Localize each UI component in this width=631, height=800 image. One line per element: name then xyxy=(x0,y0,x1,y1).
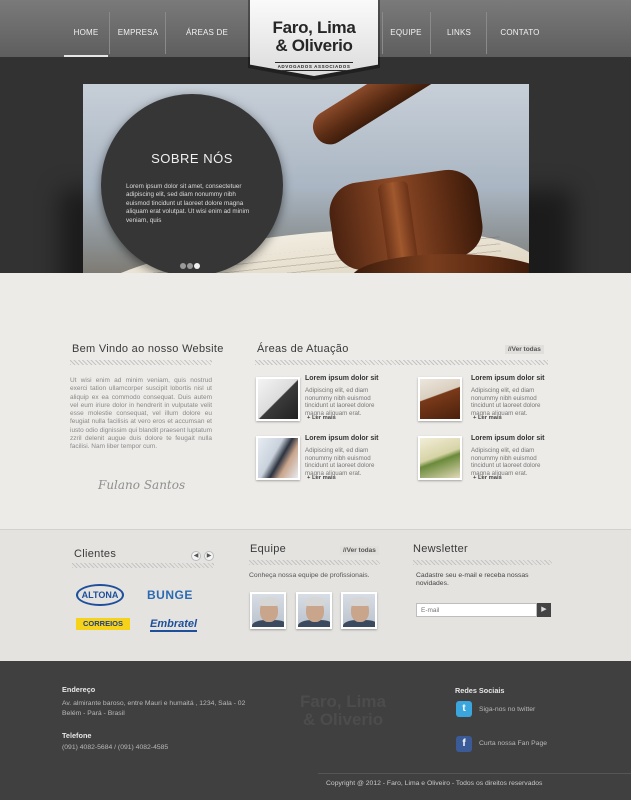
area-thumbnail[interactable] xyxy=(256,377,300,421)
nav-divider xyxy=(165,12,166,54)
nav-contato[interactable]: CONTATO xyxy=(490,0,550,57)
nav-links[interactable]: LINKS xyxy=(434,0,484,57)
client-logo-embratel[interactable]: Embratel xyxy=(150,618,198,632)
team-text: Conheça nossa equipe de profissionais. xyxy=(249,572,370,579)
client-logo-altona[interactable]: ALTONA xyxy=(76,584,124,606)
read-more-link[interactable]: + Ler mais xyxy=(473,475,502,481)
newsletter-title: Newsletter xyxy=(413,543,468,555)
read-more-link[interactable]: + Ler mais xyxy=(473,415,502,421)
area-text: Adipiscing elit, ed diam nonummy nibh eu… xyxy=(471,447,541,477)
site-logo[interactable]: Faro, Lima & Oliverio ADVOGADOS ASSOCIAD… xyxy=(250,0,378,76)
client-logo-correios[interactable]: CORREIOS xyxy=(76,618,130,630)
title-divider xyxy=(249,560,380,565)
nav-empresa[interactable]: EMPRESA xyxy=(112,0,164,57)
clients-title: Clientes xyxy=(74,548,117,560)
welcome-title: Bem Vindo ao nosso Website xyxy=(72,343,224,355)
footer-logo-line-2: & Oliverio xyxy=(302,710,384,729)
title-divider xyxy=(72,563,214,568)
area-title[interactable]: Lorem ipsum dolor sit xyxy=(471,375,545,382)
logo-line-1: Faro, Lima xyxy=(272,18,356,37)
logo-line-2: & Oliverio xyxy=(275,36,353,55)
address-line-1: Av. almirante baroso, entre Mauri e huma… xyxy=(62,700,246,707)
footer-divider xyxy=(318,773,631,774)
slider-dot-active[interactable] xyxy=(194,263,200,269)
phone-label: Telefone xyxy=(62,731,92,740)
clients-prev-button[interactable]: ◀ xyxy=(191,551,201,561)
nav-areas[interactable]: ÁREAS DE ATUAÇÃO xyxy=(168,0,246,103)
team-see-all-link[interactable]: //Ver todas xyxy=(340,546,379,555)
social-label: Redes Sociais xyxy=(455,686,505,695)
logo-subtitle: ADVOGADOS ASSOCIADOS xyxy=(274,62,354,71)
team-member-photo[interactable] xyxy=(296,592,332,629)
signature: Fulano Santos xyxy=(98,478,186,492)
newsletter-text: Cadastre seu e-mail e receba nossas novi… xyxy=(416,572,529,587)
title-divider xyxy=(70,360,212,365)
read-more-link[interactable]: + Ler mais xyxy=(307,475,336,481)
team-member-photo[interactable] xyxy=(250,592,286,629)
title-divider xyxy=(413,560,552,565)
nav-equipe[interactable]: EQUIPE xyxy=(385,0,427,57)
areas-title: Áreas de Atuação xyxy=(257,343,349,355)
about-title: SOBRE NÓS xyxy=(151,151,233,166)
title-divider xyxy=(255,360,548,365)
area-text: Adipiscing elit, ed diam nonummy nibh eu… xyxy=(305,447,375,477)
twitter-icon[interactable]: t xyxy=(456,701,472,717)
area-thumbnail[interactable] xyxy=(418,377,462,421)
areas-see-all-link[interactable]: //Ver todas xyxy=(505,345,544,354)
area-text: Adipiscing elit, ed diam nonummy nibh eu… xyxy=(305,387,375,417)
address-label: Endereço xyxy=(62,685,96,694)
slider-dot[interactable] xyxy=(180,263,186,269)
clients-next-button[interactable]: ▶ xyxy=(204,551,214,561)
area-thumbnail[interactable] xyxy=(418,436,462,480)
area-title[interactable]: Lorem ipsum dolor sit xyxy=(305,375,379,382)
area-title[interactable]: Lorem ipsum dolor sit xyxy=(471,435,545,442)
nav-divider xyxy=(382,12,383,54)
about-circle: SOBRE NÓS Lorem ipsum dolor sit amet, co… xyxy=(101,94,283,276)
nav-divider xyxy=(486,12,487,54)
nav-divider xyxy=(109,12,110,54)
footer-logo: Faro, Lima & Oliverio xyxy=(300,693,386,729)
newsletter-email-input[interactable] xyxy=(416,603,537,617)
area-thumbnail[interactable] xyxy=(256,436,300,480)
copyright: Copyright @ 2012 - Faro, Lima e Oliveiro… xyxy=(326,780,543,787)
twitter-link[interactable]: Siga-nos no twitter xyxy=(479,705,535,715)
nav-divider xyxy=(430,12,431,54)
nav-home[interactable]: HOME xyxy=(64,0,108,57)
welcome-text: Ut wisi enim ad minim veniam, quis nostr… xyxy=(70,377,213,451)
read-more-link[interactable]: + Ler mais xyxy=(307,415,336,421)
facebook-icon[interactable]: f xyxy=(456,736,472,752)
team-member-photo[interactable] xyxy=(341,592,377,629)
client-logo-bunge[interactable]: BUNGE xyxy=(147,588,193,602)
address-line-2: Belém - Pará - Brasil xyxy=(62,710,125,717)
newsletter-submit-button[interactable]: ▶ xyxy=(537,603,551,617)
area-text: Adipiscing elit, ed diam nonummy nibh eu… xyxy=(471,387,541,417)
phone-numbers: (091) 4082-5684 / (091) 4082-4585 xyxy=(62,744,169,751)
footer-logo-line-1: Faro, Lima xyxy=(300,692,386,711)
about-text: Lorem ipsum dolor sit amet, consectetuer… xyxy=(126,183,250,224)
gavel-image xyxy=(306,84,470,151)
area-title[interactable]: Lorem ipsum dolor sit xyxy=(305,435,379,442)
slider-dot[interactable] xyxy=(187,263,193,269)
facebook-link[interactable]: Curta nossa Fan Page xyxy=(479,739,547,749)
team-title: Equipe xyxy=(250,543,287,555)
